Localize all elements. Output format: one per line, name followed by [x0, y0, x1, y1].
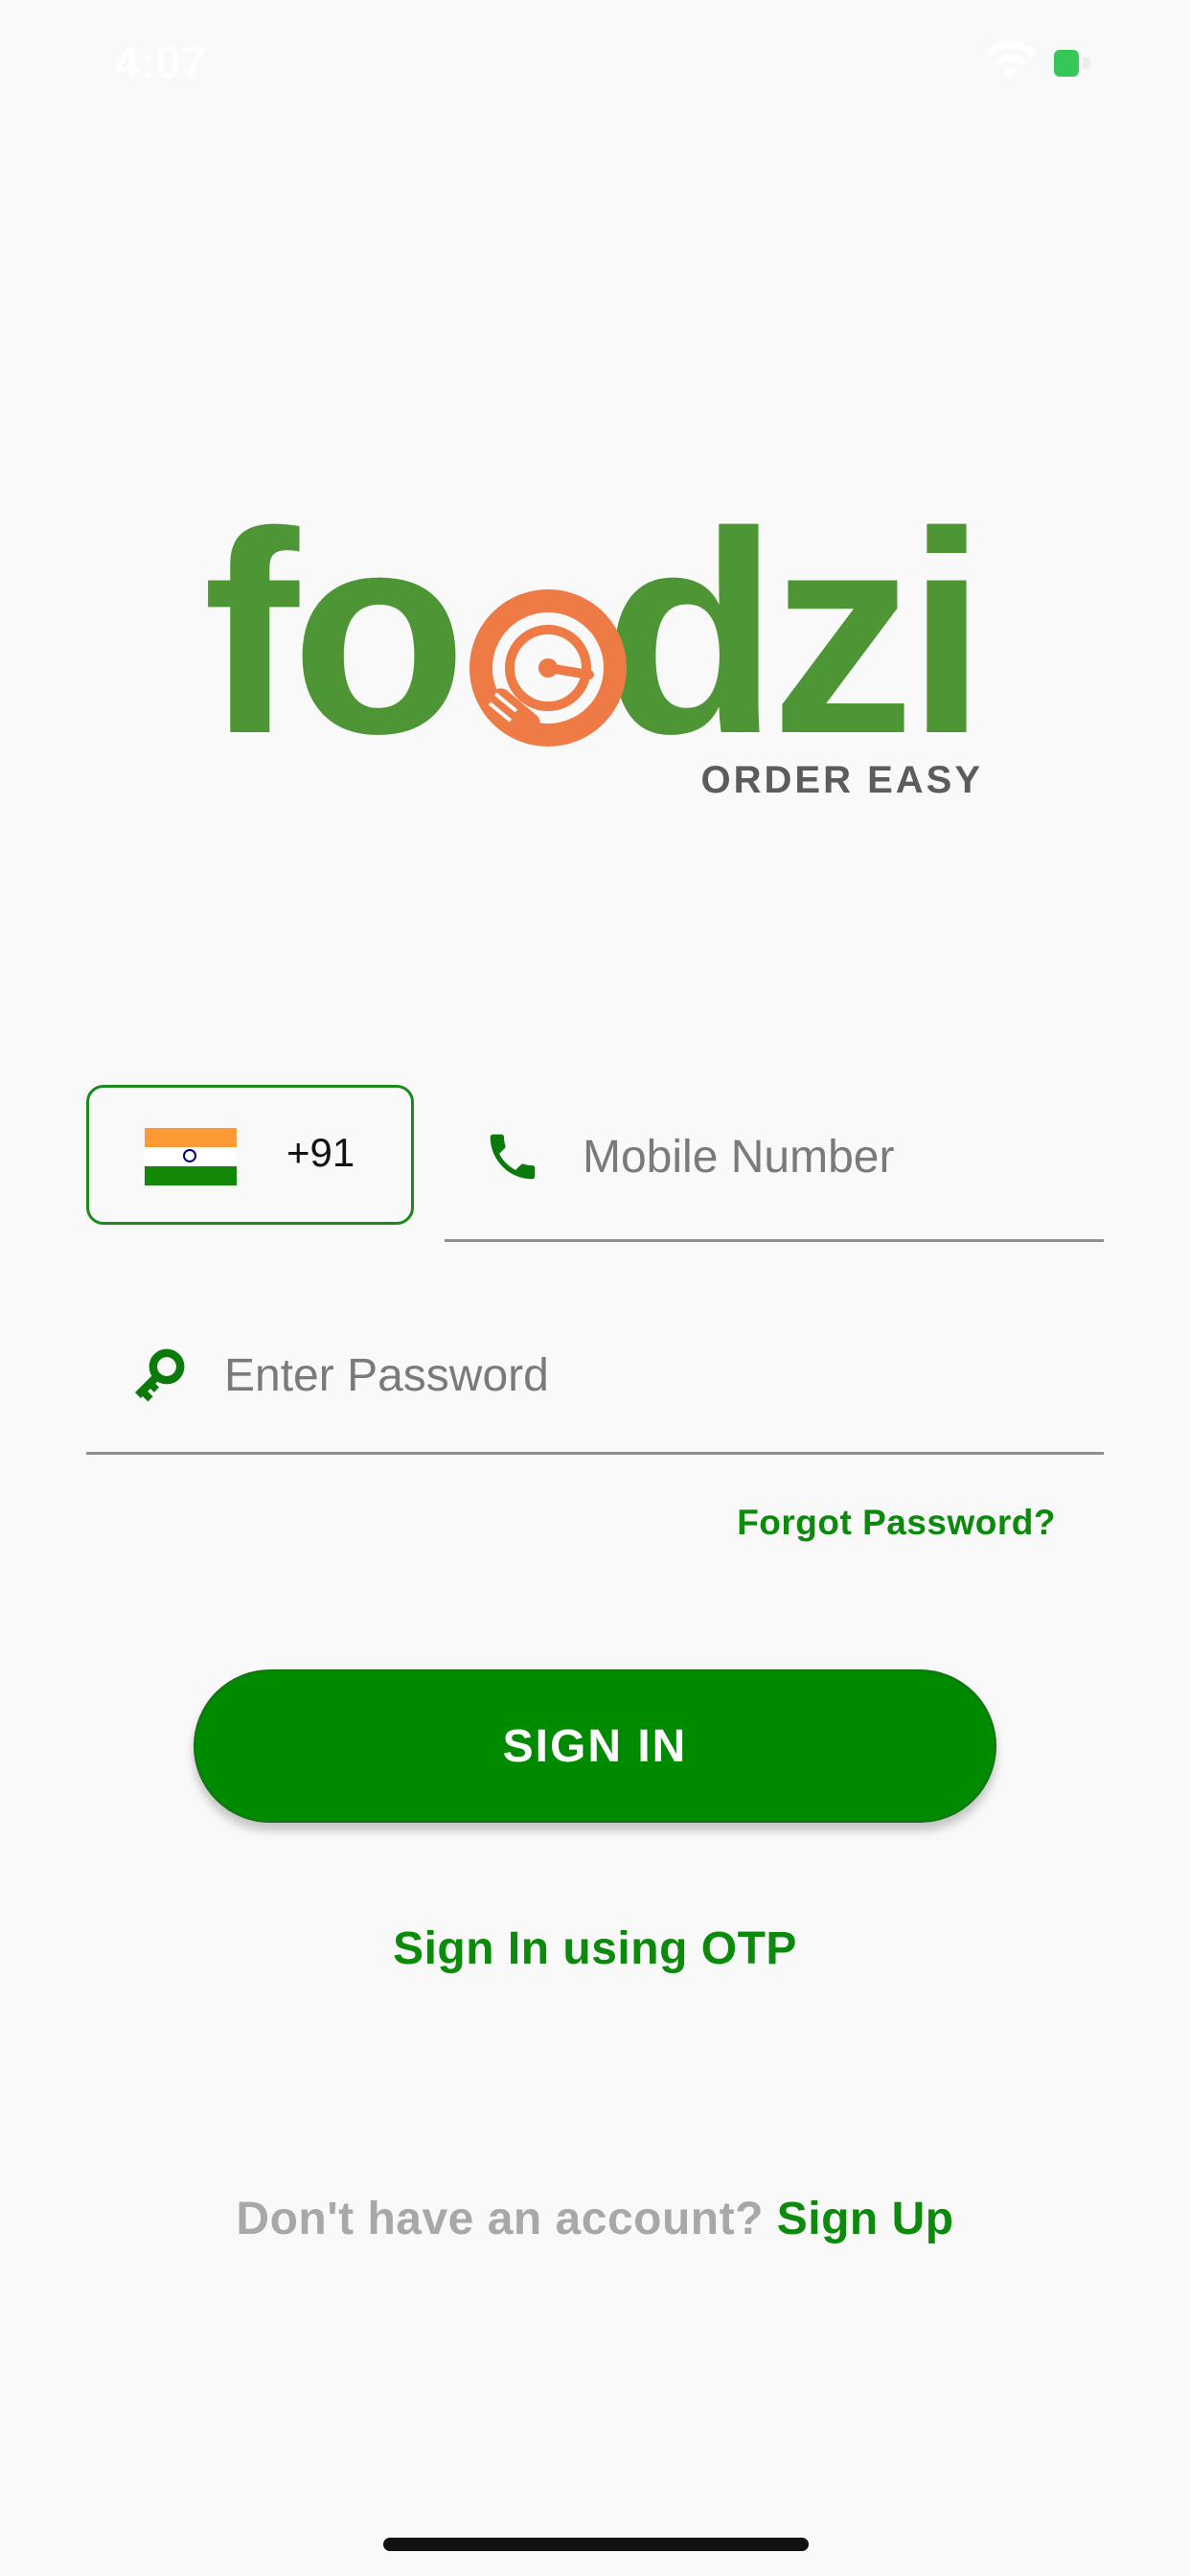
login-screen: 4:07 fo dzi ORDER EASY +91 Mobile Number… — [0, 0, 1190, 2576]
country-code-selector[interactable]: +91 — [86, 1085, 414, 1225]
chakra-icon — [183, 1149, 196, 1162]
logo-word-end: dzi — [603, 472, 987, 794]
battery-cap — [1083, 58, 1090, 69]
logo-word-start: fo — [203, 472, 467, 794]
signup-row: Don't have an account? Sign Up — [0, 2193, 1190, 2245]
speedometer-fork-icon — [469, 589, 627, 747]
home-indicator[interactable] — [383, 2538, 809, 2551]
sign-up-link[interactable]: Sign Up — [777, 2194, 954, 2244]
wifi-icon — [985, 40, 1037, 79]
sign-in-otp-link[interactable]: Sign In using OTP — [0, 1922, 1190, 1975]
signup-prompt: Don't have an account? — [236, 2194, 764, 2244]
mobile-number-field[interactable] — [445, 1085, 1104, 1242]
status-time: 4:07 — [115, 37, 208, 87]
foodzi-logo: fo dzi ORDER EASY — [203, 489, 998, 815]
key-icon — [134, 1348, 185, 1402]
country-code-label: +91 — [286, 1130, 355, 1175]
sign-in-button[interactable]: SIGN IN — [194, 1669, 996, 1823]
forgot-password-link[interactable]: Forgot Password? — [737, 1503, 1056, 1543]
india-flag-icon — [145, 1128, 237, 1185]
password-field[interactable] — [86, 1298, 1104, 1455]
battery-icon — [1054, 50, 1079, 77]
logo-tagline: ORDER EASY — [700, 759, 983, 801]
password-input[interactable] — [224, 1342, 1067, 1409]
mobile-number-input[interactable] — [583, 1123, 1081, 1190]
phone-icon — [490, 1134, 536, 1180]
